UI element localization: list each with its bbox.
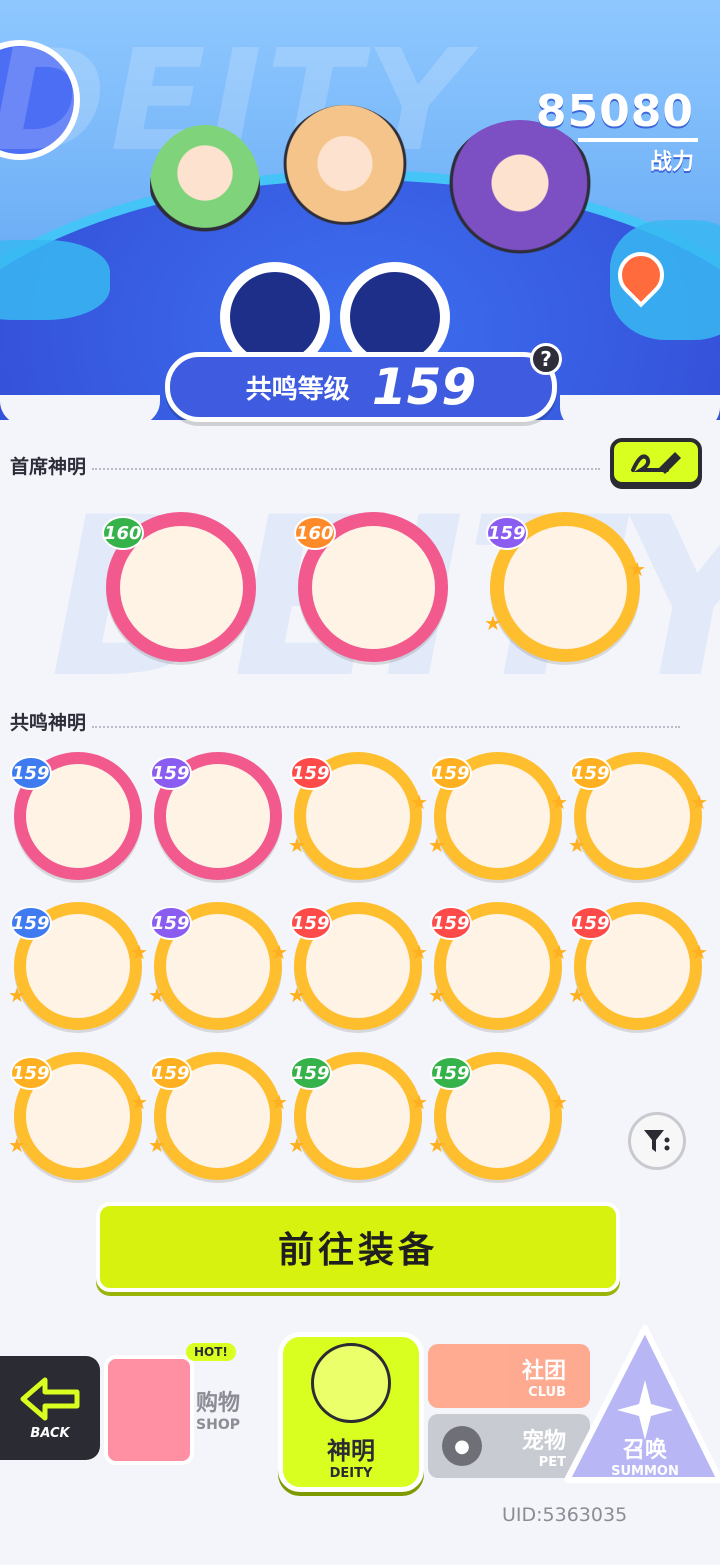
star-icon: ★ (148, 982, 166, 1007)
resonance-deity-card[interactable]: 159 (10, 752, 142, 880)
edit-button[interactable] (610, 438, 702, 486)
resonance-deity-card[interactable]: 159 ★ ★ (148, 1052, 288, 1180)
star-icon: ★ (550, 790, 568, 815)
back-button[interactable]: BACK (0, 1356, 100, 1460)
lock-icon: ● (442, 1426, 482, 1466)
deity-level-tag: 159 (430, 906, 472, 940)
star-icon: ★ (428, 982, 446, 1007)
section-divider (92, 468, 600, 470)
go-equip-button[interactable]: 前往装备 (96, 1202, 620, 1292)
deity-level-tag: 159 (150, 1056, 192, 1090)
filter-icon (644, 1130, 670, 1152)
deity-level-tag: 159 (430, 1056, 472, 1090)
nav-shop-label: 购物 (196, 1391, 241, 1416)
resonance-deity-card[interactable]: 159 ★ ★ (428, 902, 568, 1030)
star-icon: ★ (428, 1132, 446, 1157)
power-divider (578, 138, 698, 142)
nav-deity-label: 神明 (327, 1437, 375, 1465)
back-label: BACK (30, 1425, 70, 1441)
deity-level-tag: 159 (10, 756, 52, 790)
chibi-blonde-character[interactable] (280, 105, 410, 235)
deity-level-tag: 160 (294, 516, 336, 550)
vending-machine-icon (104, 1355, 194, 1465)
chief-deity-card[interactable]: 159 ★ ★ (484, 512, 646, 662)
star-icon: ★ (130, 1090, 148, 1115)
resonance-level-badge: 共鸣等级 159 (165, 352, 557, 422)
resonance-deity-card[interactable]: 159 ★ ★ (568, 902, 708, 1030)
question-icon[interactable]: ? (530, 343, 562, 375)
drip-decoration (560, 395, 720, 431)
deity-level-tag: 159 (290, 906, 332, 940)
resonance-level-label: 共鸣等级 (245, 374, 350, 405)
nav-deity[interactable]: 神明 DEITY (278, 1332, 424, 1492)
section-divider (92, 726, 680, 728)
star-icon: ★ (270, 940, 288, 965)
deity-character-icon (311, 1343, 391, 1423)
star-icon: ★ (628, 557, 646, 581)
star-icon: ★ (130, 940, 148, 965)
power-label: 战力 (649, 150, 694, 175)
nav-summon-sublabel: SUMMON (611, 1464, 679, 1479)
user-id: UID:5363035 (502, 1504, 628, 1526)
deity-level-tag: 159 (10, 906, 52, 940)
star-icon: ★ (550, 1090, 568, 1115)
chibi-purple-character[interactable] (445, 120, 595, 260)
resonance-deity-card[interactable]: 159 ★ ★ (148, 902, 288, 1030)
star-icon: ★ (270, 1090, 288, 1115)
resonance-deity-card[interactable]: 159 ★ ★ (428, 1052, 568, 1180)
nav-deity-sublabel: DEITY (329, 1466, 373, 1481)
pencil-icon (631, 452, 681, 474)
star-icon: ★ (288, 982, 306, 1007)
deity-level-tag: 159 (570, 756, 612, 790)
star-icon: ★ (690, 940, 708, 965)
deity-level-tag: 159 (486, 516, 528, 550)
star-icon: ★ (8, 982, 26, 1007)
star-icon: ★ (288, 1132, 306, 1157)
nav-shop-sublabel: SHOP (196, 1417, 240, 1433)
star-icon: ★ (410, 790, 428, 815)
drip-decoration (0, 395, 160, 425)
chief-deity-title: 首席神明 (10, 456, 87, 478)
deity-level-tag: 159 (290, 756, 332, 790)
nav-shop[interactable]: HOT! 购物 SHOP (104, 1335, 274, 1465)
resonance-deity-card[interactable]: 159 ★ ★ (8, 902, 148, 1030)
resonance-deity-card[interactable]: 159 ★ ★ (568, 752, 708, 880)
star-icon: ★ (568, 982, 586, 1007)
star-icon: ★ (568, 832, 586, 857)
star-icon: ★ (484, 611, 502, 635)
resonance-deity-card[interactable]: 159 ★ ★ (288, 752, 428, 880)
resonance-deity-title: 共鸣神明 (10, 712, 87, 734)
star-icon: ★ (690, 790, 708, 815)
back-arrow-icon (20, 1377, 80, 1420)
filter-button[interactable] (628, 1112, 686, 1170)
deity-level-tag: 159 (150, 906, 192, 940)
deity-level-tag: 159 (150, 756, 192, 790)
star-icon: ★ (428, 832, 446, 857)
chief-deity-card[interactable]: 160 (102, 512, 256, 662)
resonance-deity-card[interactable]: 159 ★ ★ (428, 752, 568, 880)
resonance-deity-card[interactable]: 159 (150, 752, 282, 880)
resonance-level-value: 159 (371, 358, 477, 416)
deity-level-tag: 159 (10, 1056, 52, 1090)
power-value: 85080 (535, 86, 694, 137)
resonance-deity-card[interactable]: 159 ★ ★ (288, 902, 428, 1030)
star-icon: ★ (8, 1132, 26, 1157)
chibi-green-character[interactable] (150, 125, 260, 245)
star-icon: ★ (148, 1132, 166, 1157)
deity-level-tag: 160 (102, 516, 144, 550)
deity-level-tag: 159 (290, 1056, 332, 1090)
star-icon: ★ (550, 940, 568, 965)
resonance-deity-card[interactable]: 159 ★ ★ (288, 1052, 428, 1180)
nav-summon[interactable]: 召唤 SUMMON (555, 1320, 720, 1490)
deity-level-tag: 159 (430, 756, 472, 790)
deity-level-tag: 159 (570, 906, 612, 940)
chief-deity-card[interactable]: 160 (294, 512, 448, 662)
resonance-deity-card[interactable]: 159 ★ ★ (8, 1052, 148, 1180)
star-icon: ★ (410, 940, 428, 965)
hot-badge: HOT! (186, 1343, 236, 1361)
nav-summon-label: 召唤 (622, 1438, 667, 1463)
star-icon: ★ (410, 1090, 428, 1115)
star-icon: ★ (288, 832, 306, 857)
